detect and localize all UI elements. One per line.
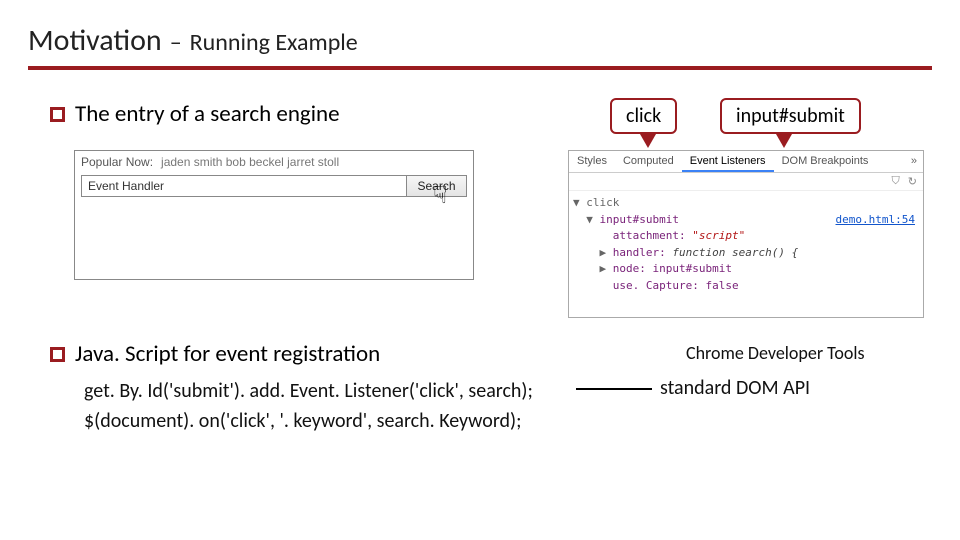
connector-line <box>576 388 652 390</box>
slide-title: Motivation – Running Example <box>28 22 358 59</box>
code-line-1: get. By. Id('submit'). add. Event. Liste… <box>84 376 533 406</box>
tabs-spacer <box>876 151 905 172</box>
callout-click: click <box>610 98 677 134</box>
tab-event-listeners[interactable]: Event Listeners <box>682 151 774 172</box>
search-input[interactable]: Event Handler <box>81 175 407 197</box>
bullet-text: Java. Script for event registration <box>75 340 380 368</box>
callout-input-submit: input#submit <box>720 98 861 134</box>
handler-row[interactable]: ▶ handler: function search() { <box>573 245 919 262</box>
code-line-2: $(document). on('click', '. keyword', se… <box>84 406 533 436</box>
search-engine-screenshot: Popular Now: jaden smith bob beckel jarr… <box>74 150 474 280</box>
usecapture-row: use. Capture: false <box>573 278 919 295</box>
bullet-icon <box>50 107 65 122</box>
devtools-panel: Styles Computed Event Listeners DOM Brea… <box>568 150 924 318</box>
title-sub: Running Example <box>190 28 358 57</box>
popular-row: Popular Now: jaden smith bob beckel jarr… <box>81 155 339 169</box>
element-row[interactable]: ▼ input#submitdemo.html:54 <box>573 212 919 229</box>
bullet-entry-search-engine: The entry of a search engine <box>50 100 340 128</box>
api-label: standard DOM API <box>660 376 810 400</box>
search-input-value: Event Handler <box>88 179 164 193</box>
devtools-controls: ⛉ ↻ <box>569 173 923 191</box>
refresh-icon[interactable]: ↻ <box>908 175 917 188</box>
title-sep: – <box>170 28 182 57</box>
devtools-tabs: Styles Computed Event Listeners DOM Brea… <box>569 151 923 173</box>
source-link[interactable]: demo.html:54 <box>836 212 915 229</box>
code-block: get. By. Id('submit'). add. Event. Liste… <box>84 376 533 436</box>
tab-dom-breakpoints[interactable]: DOM Breakpoints <box>774 151 877 172</box>
bullet-js-registration: Java. Script for event registration <box>50 340 380 368</box>
devtools-body: ▼ click ▼ input#submitdemo.html:54 attac… <box>569 191 923 298</box>
bullet-text: The entry of a search engine <box>75 100 340 128</box>
tab-styles[interactable]: Styles <box>569 151 615 172</box>
callout-tail <box>776 134 792 148</box>
popular-items: jaden smith bob beckel jarret stoll <box>161 155 339 169</box>
search-bar: Event Handler Search <box>81 175 467 197</box>
devtools-caption: Chrome Developer Tools <box>686 342 865 364</box>
tab-computed[interactable]: Computed <box>615 151 682 172</box>
bullet-icon <box>50 347 65 362</box>
title-main: Motivation <box>28 22 162 59</box>
cursor-icon: ☟ <box>433 181 448 210</box>
event-click-row[interactable]: ▼ click <box>573 195 919 212</box>
attachment-row: attachment: "script" <box>573 228 919 245</box>
tabs-overflow-icon[interactable]: » <box>905 151 923 172</box>
callout-tail <box>640 134 656 148</box>
popular-label: Popular Now: <box>81 155 153 169</box>
node-row[interactable]: ▶ node: input#submit <box>573 261 919 278</box>
title-rule <box>28 66 932 70</box>
filter-icon[interactable]: ⛉ <box>892 175 900 188</box>
